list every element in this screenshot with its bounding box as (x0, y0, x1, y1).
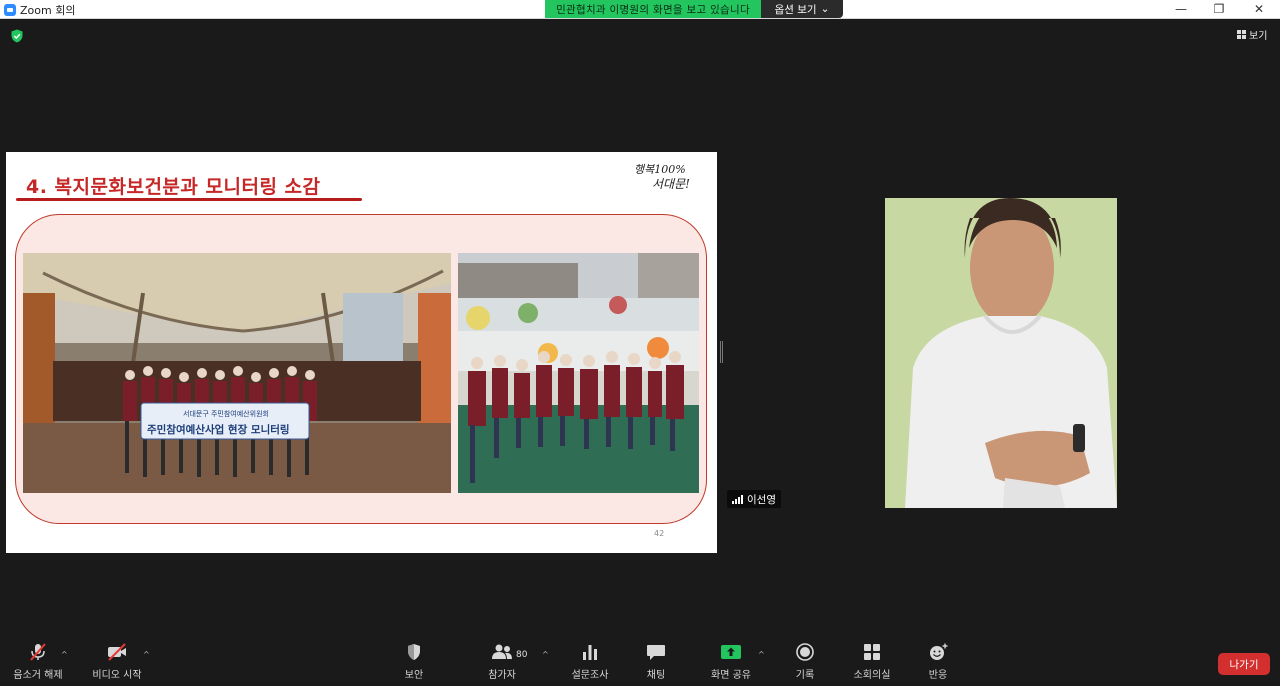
window-title: Zoom 회의 (20, 3, 76, 17)
microphone-muted-icon (27, 643, 49, 661)
video-options-caret[interactable]: ^ (143, 650, 150, 659)
close-button[interactable]: ✕ (1240, 0, 1278, 18)
screen-share-banner: 민관협치과 이명원의 화면을 보고 있습니다 (545, 0, 761, 18)
meeting-toolbar: 음소거 해제 ^ 비디오 시작 ^ 보안 참가자 ^ 설문조사 채팅 화면 공유… (0, 638, 1280, 686)
reactions-button[interactable]: 반응 (918, 638, 958, 686)
share-screen-label: 화면 공유 (711, 670, 751, 681)
participant-video-tile[interactable] (885, 198, 1117, 508)
title-bar: Zoom 회의 민관협치과 이명원의 화면을 보고 있습니다 옵션 보기 ⌄ —… (0, 0, 1280, 19)
share-screen-icon (720, 643, 742, 661)
photo-group-pavilion: 서대문구 주민참여예산위원회 주민참여예산사업 현장 모니터링 (23, 253, 451, 493)
poll-button[interactable]: 설문조사 (568, 638, 612, 686)
chat-bubble-icon (645, 643, 667, 661)
reactions-label: 반응 (928, 670, 948, 681)
view-options-button[interactable]: 옵션 보기 ⌄ (761, 0, 843, 18)
view-options-label: 옵션 보기 (774, 3, 817, 16)
signal-strength-icon (732, 494, 743, 504)
participant-name: 이선영 (747, 493, 776, 506)
zoom-logo-icon (4, 3, 16, 16)
chat-label: 채팅 (646, 670, 666, 681)
logo-text-line2: 서대문! (652, 177, 690, 191)
unmute-button[interactable]: 음소거 해제 (8, 638, 68, 686)
start-video-button[interactable]: 비디오 시작 (88, 638, 146, 686)
breakout-rooms-button[interactable]: 소회의실 (848, 638, 896, 686)
share-screen-button[interactable]: 화면 공유 (706, 638, 756, 686)
slide-title: 4. 복지문화보건분과 모니터링 소감 (26, 176, 321, 198)
record-label: 기록 (795, 670, 815, 681)
grid-icon (1237, 29, 1246, 39)
security-label: 보안 (404, 670, 424, 681)
slide-logo: 행복100% 서대문! (634, 163, 690, 191)
restore-button[interactable]: ❐ (1200, 0, 1238, 18)
chat-button[interactable]: 채팅 (636, 638, 676, 686)
record-button[interactable]: 기록 (785, 638, 825, 686)
participants-icon (491, 643, 513, 661)
leave-meeting-button[interactable]: 나가기 (1218, 653, 1270, 675)
chevron-down-icon: ⌄ (820, 3, 830, 15)
participant-name-tag: 이선영 (727, 490, 781, 508)
shield-check-icon[interactable] (10, 29, 24, 43)
split-view-resize-handle[interactable] (720, 341, 723, 363)
breakout-rooms-icon (861, 643, 883, 661)
poll-label: 설문조사 (571, 670, 609, 681)
unmute-label: 음소거 해제 (13, 670, 63, 681)
share-options-caret[interactable]: ^ (758, 650, 765, 659)
smiley-add-icon (927, 643, 949, 661)
logo-text-line1: 행복100% (634, 163, 686, 176)
participants-label: 참가자 (488, 670, 516, 681)
participants-options-caret[interactable]: ^ (542, 650, 549, 659)
banner-main-text: 주민참여예산사업 현장 모니터링 (147, 423, 290, 436)
app-title: Zoom 회의 (4, 2, 75, 17)
participant-video-feed (885, 198, 1117, 508)
bar-chart-icon (579, 643, 601, 661)
slide-title-underline (16, 198, 362, 201)
participants-count: 80 (516, 650, 528, 660)
view-layout-label: 보기 (1249, 30, 1268, 42)
audio-options-caret[interactable]: ^ (61, 650, 68, 659)
banner-org-text: 서대문구 주민참여예산위원회 (183, 409, 269, 418)
shield-icon (403, 643, 425, 661)
photo-group-mural (458, 253, 699, 493)
view-layout-button[interactable]: 보기 (1231, 25, 1273, 43)
slide-page-number: 42 (654, 529, 665, 538)
participants-button[interactable]: 참가자 (482, 638, 522, 686)
start-video-label: 비디오 시작 (92, 670, 142, 681)
security-button[interactable]: 보안 (394, 638, 434, 686)
record-icon (794, 643, 816, 661)
video-camera-off-icon (106, 643, 128, 661)
minimize-button[interactable]: — (1162, 0, 1200, 18)
shared-screen-slide: 4. 복지문화보건분과 모니터링 소감 행복100% 서대문! 서대문구 주민참… (6, 152, 717, 553)
breakout-rooms-label: 소회의실 (853, 670, 891, 681)
